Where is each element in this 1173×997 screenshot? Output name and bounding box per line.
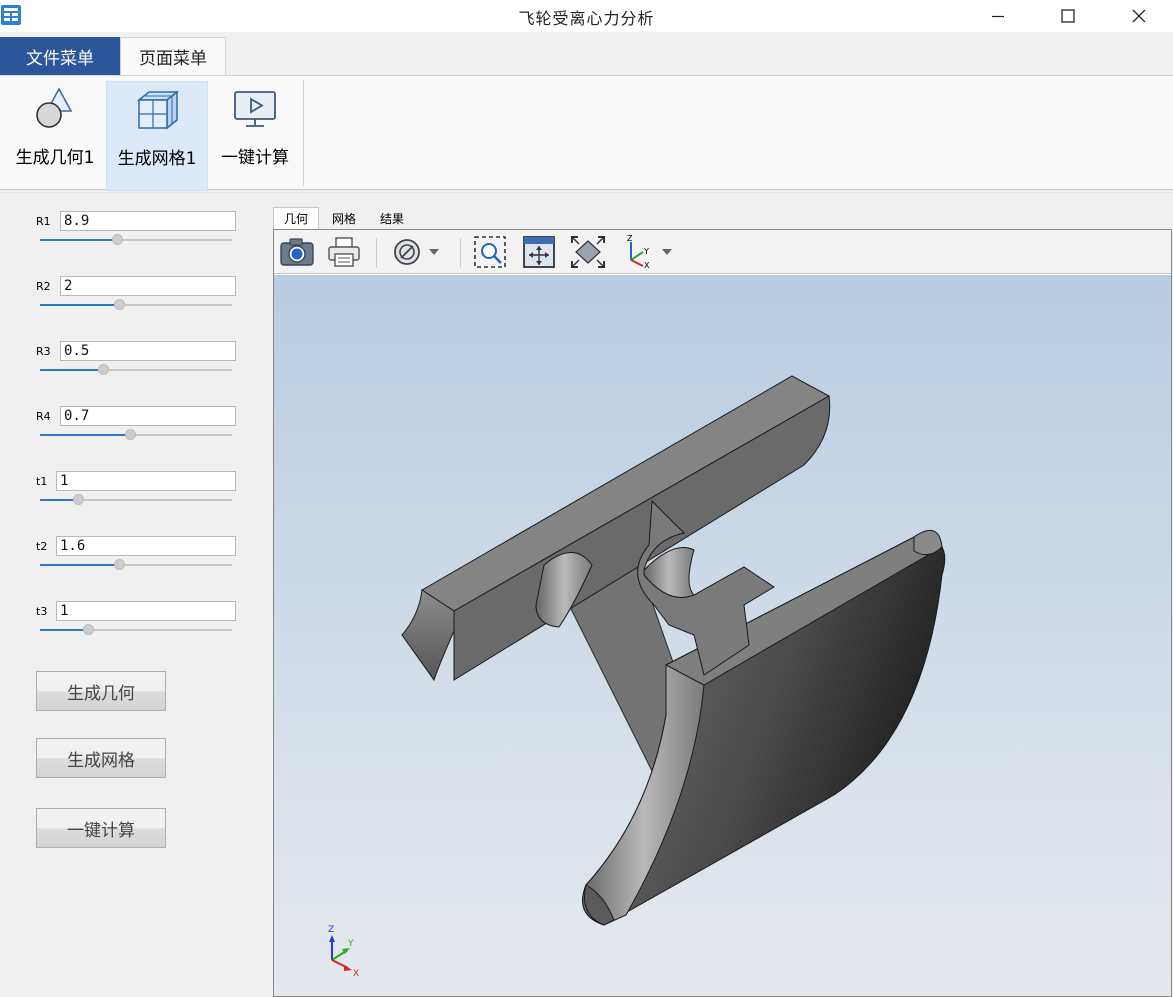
menu-tabs: 文件菜单 页面菜单 [0,37,1173,75]
t3-input[interactable]: 1 [56,601,236,621]
t2-input[interactable]: 1.6 [56,536,236,556]
divider [0,192,1173,193]
param-r4: R4 0.7 [36,406,236,446]
generate-mesh-button[interactable]: 生成网格 [36,738,166,778]
ribbon-button-label: 生成网格1 [117,149,197,169]
triad-y-label: Y [347,939,354,949]
toolbar-separator [376,238,377,268]
r4-input[interactable]: 0.7 [60,406,236,426]
tab-file-menu[interactable]: 文件菜单 [0,37,120,75]
r1-slider[interactable] [40,234,232,245]
title-bar: 飞轮受离心力分析 [0,0,1173,32]
viewport-canvas[interactable]: Z Y X [274,275,1171,997]
ribbon-button-label: 生成几何1 [15,148,95,168]
param-label: t2 [36,540,48,553]
svg-text:Z: Z [627,234,633,243]
chevron-down-icon [662,249,672,255]
param-t3: t3 1 [36,601,236,641]
display-mode-button[interactable] [389,234,425,270]
generate-mesh-ribbon-button[interactable]: 生成网格1 [106,81,208,191]
svg-text:Y: Y [643,247,649,256]
slider-thumb[interactable] [83,624,94,635]
param-t2: t2 1.6 [36,536,236,576]
axis-triad: Z Y X [328,925,359,979]
axis-view-button[interactable]: Z Y X [620,234,656,270]
t1-slider[interactable] [40,494,232,505]
slider-thumb[interactable] [125,429,137,440]
monitor-play-icon [234,91,276,127]
maximize-icon [1061,9,1075,23]
screenshot-button[interactable] [279,234,315,270]
param-t1: t1 1 [36,471,236,511]
param-r1: R1 8.9 [36,211,236,251]
r2-input[interactable]: 2 [60,276,236,296]
print-button[interactable] [326,234,362,270]
one-click-compute-button[interactable]: 一键计算 [36,808,166,848]
tab-geometry[interactable]: 几何 [273,207,319,229]
flywheel-model[interactable]: Z Y X [274,275,1171,997]
fit-view-button[interactable] [570,234,606,270]
chevron-down-icon [429,249,439,255]
param-label: t3 [36,605,48,618]
t1-input[interactable]: 1 [56,471,236,491]
r3-slider[interactable] [40,364,232,375]
display-mode-icon [394,239,420,265]
param-label: R2 [36,280,51,293]
mesh-cube-icon [136,90,180,130]
tab-result[interactable]: 结果 [371,207,413,229]
t2-slider[interactable] [40,559,232,570]
generate-geometry-button[interactable]: 生成几何 [36,671,166,711]
axis-view-icon: Z Y X [627,234,650,270]
param-label: t1 [36,475,48,488]
param-r2: R2 2 [36,276,236,316]
slider-thumb[interactable] [111,234,123,245]
maximize-button[interactable] [1045,0,1091,32]
ribbon: 生成几何1 生成网格1 一键计算 [0,75,1173,191]
zoom-window-icon [474,236,506,268]
r3-input[interactable]: 0.5 [60,341,236,361]
close-icon [1132,9,1146,23]
param-r3: R3 0.5 [36,341,236,381]
slider-thumb[interactable] [113,299,125,310]
param-label: R1 [36,215,51,228]
fit-view-icon [571,236,605,268]
triad-x-label: X [353,969,359,979]
camera-icon [280,238,314,266]
printer-icon [328,237,360,267]
3d-viewer: Z Y X Z Y X [273,229,1172,997]
toolbar-separator [460,238,461,268]
t3-slider[interactable] [40,624,232,635]
minimize-icon [992,15,1004,18]
zoom-window-button[interactable] [472,234,508,270]
close-button[interactable] [1116,0,1162,32]
display-mode-dropdown[interactable] [424,234,444,270]
slider-thumb[interactable] [98,364,110,375]
viewer-toolbar: Z Y X [274,230,1171,274]
svg-text:X: X [644,261,650,270]
r2-slider[interactable] [40,299,232,310]
fit-all-icon [523,236,555,268]
param-label: R4 [36,410,51,423]
geometry-shapes-icon [36,87,73,128]
r1-input[interactable]: 8.9 [60,211,236,231]
tab-mesh[interactable]: 网格 [323,207,365,229]
slider-thumb[interactable] [73,494,85,505]
fit-all-button[interactable] [521,234,557,270]
minimize-button[interactable] [975,0,1021,32]
one-click-compute-ribbon-button[interactable]: 一键计算 [212,81,298,191]
tab-page-menu[interactable]: 页面菜单 [120,37,226,75]
r4-slider[interactable] [40,429,232,440]
ribbon-button-label: 一键计算 [221,148,289,168]
generate-geometry-ribbon-button[interactable]: 生成几何1 [6,81,104,191]
ribbon-separator [303,80,304,186]
param-label: R3 [36,345,51,358]
triad-z-label: Z [328,925,334,935]
axis-view-dropdown[interactable] [657,234,677,270]
slider-thumb[interactable] [113,559,125,570]
